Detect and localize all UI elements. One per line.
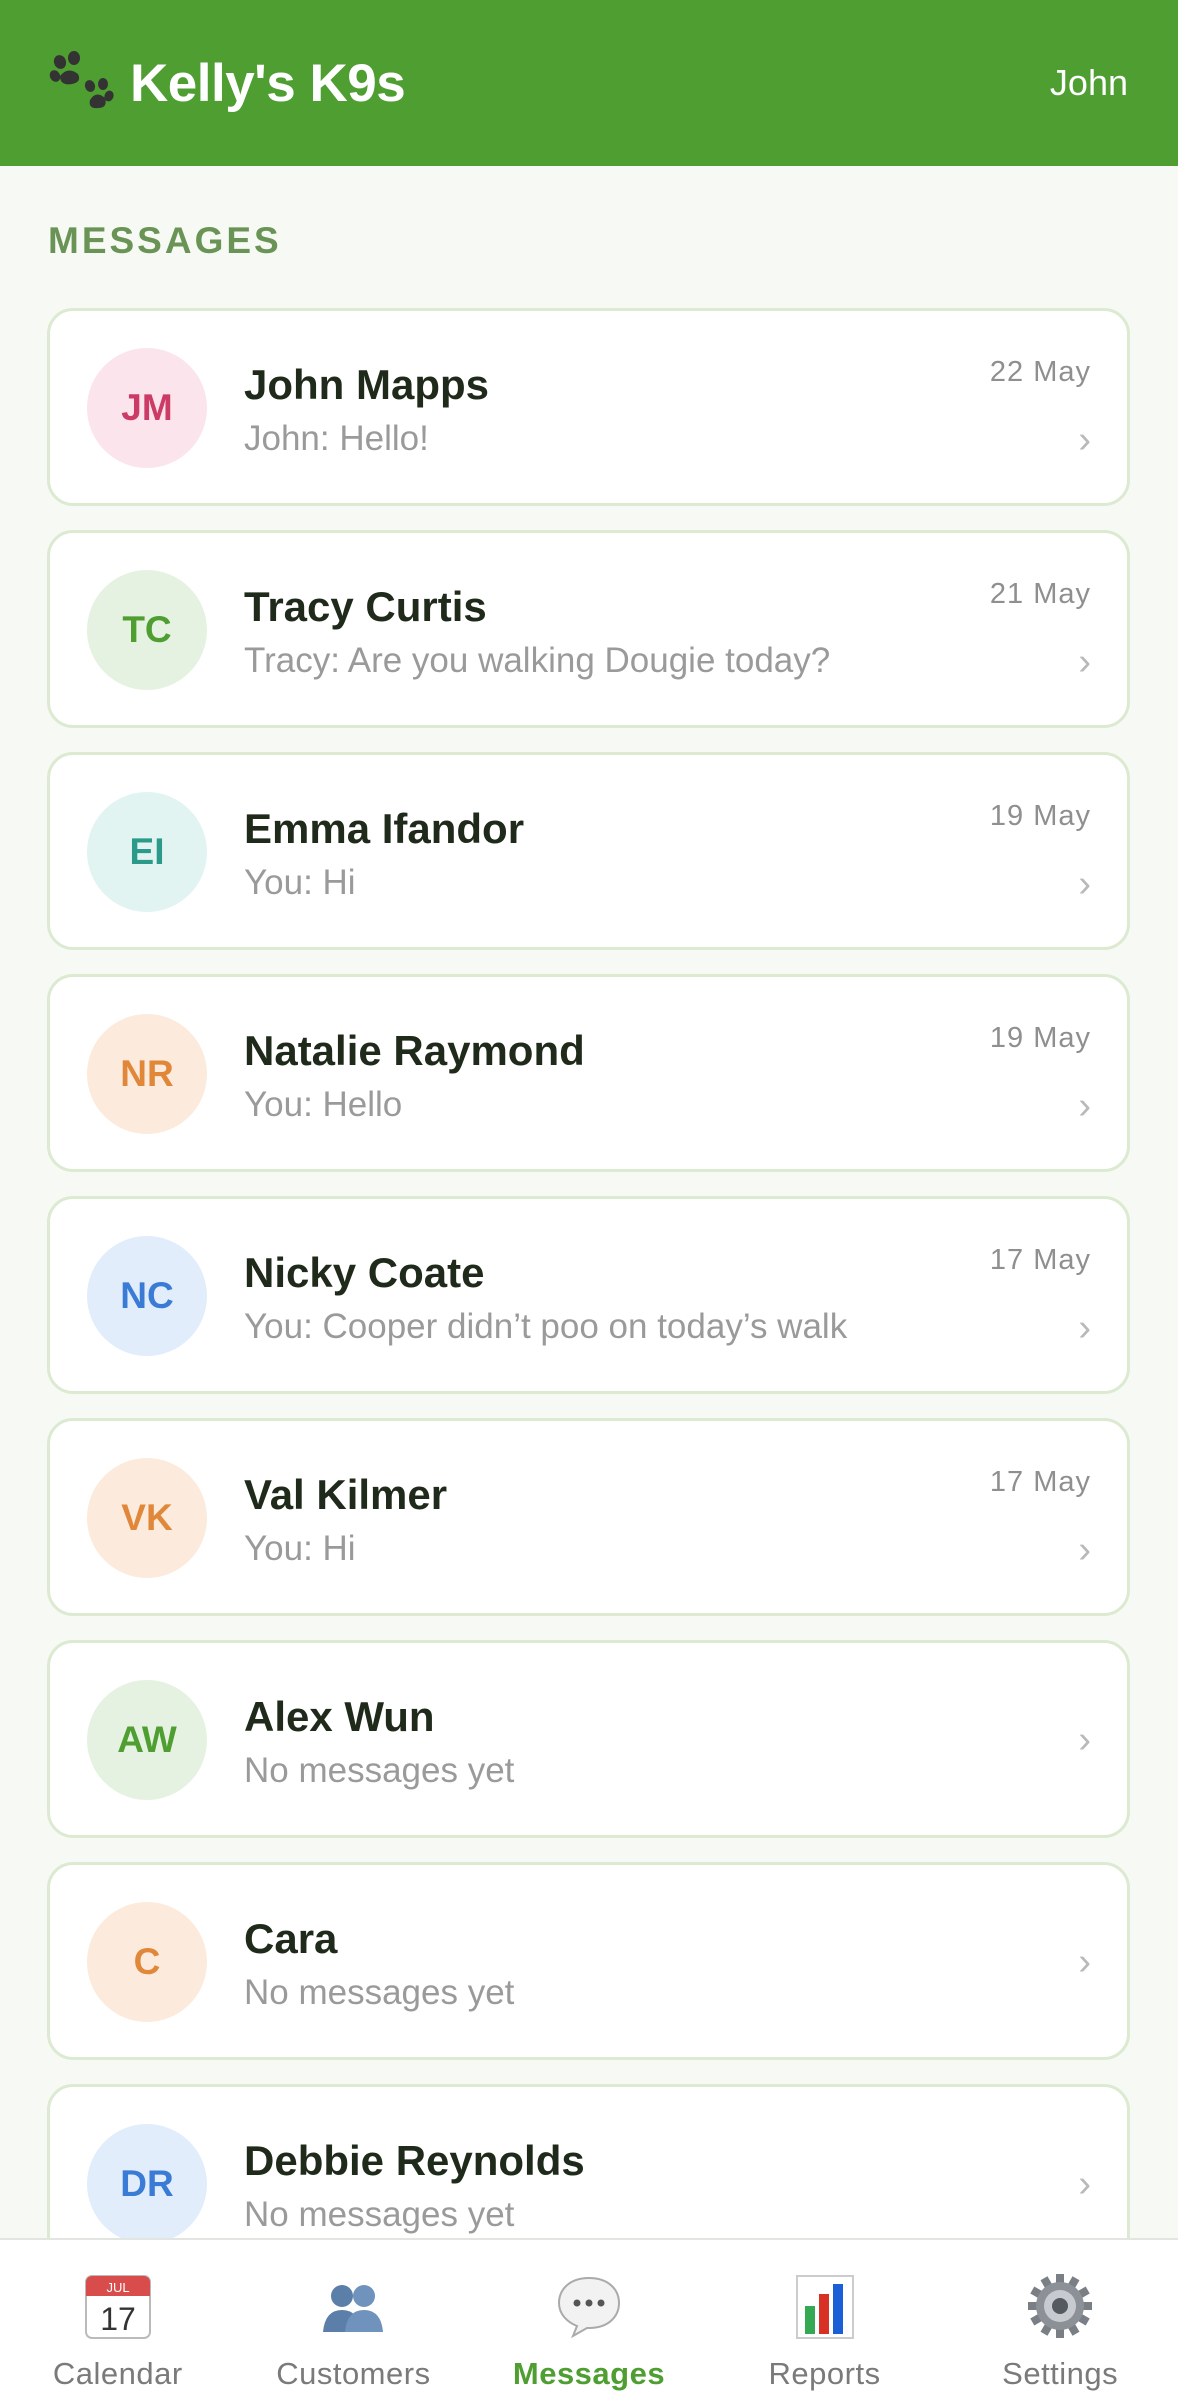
user-menu[interactable]: John [1050, 62, 1128, 104]
reports-icon [789, 2270, 861, 2342]
tab-reports[interactable]: Reports [707, 2240, 943, 2404]
avatar: C [87, 1902, 207, 2022]
message-preview: No messages yet [244, 2195, 515, 2234]
conversation-item[interactable]: AW Alex Wun No messages yet › [47, 1640, 1130, 1838]
avatar: NC [87, 1236, 207, 1356]
message-preview: You: Hi [244, 1529, 356, 1568]
message-date: 21 May [989, 578, 1091, 610]
chevron-right-icon: › [1078, 641, 1091, 683]
tab-label: Calendar [52, 2356, 183, 2391]
avatar: JM [87, 348, 207, 468]
chevron-right-icon: › [1078, 863, 1091, 905]
conversation-item[interactable]: VK Val Kilmer You: Hi 17 May › [47, 1418, 1130, 1616]
message-preview: No messages yet [244, 1751, 515, 1790]
app-title: Kelly's K9s [130, 53, 406, 113]
conversation-list: JM John Mapps John: Hello! 22 May › TC Tracy C… [47, 308, 1130, 2306]
tab-customers[interactable]: Customers [236, 2240, 472, 2404]
contact-name: Debbie Reynolds [244, 2137, 585, 2184]
contact-name: Natalie Raymond [244, 1027, 585, 1074]
tab-label: Customers [276, 2356, 431, 2391]
contact-name: Nicky Coate [244, 1249, 485, 1296]
customers-icon [317, 2270, 389, 2342]
chevron-right-icon: › [1078, 419, 1091, 461]
section-title: MESSAGES [48, 220, 282, 261]
tab-calendar[interactable]: JUL 17 Calendar [0, 2240, 236, 2404]
tab-messages[interactable]: Messages [471, 2240, 707, 2404]
message-preview: You: Hello [244, 1085, 403, 1124]
paw-icon [49, 51, 114, 109]
message-preview: You: Hi [244, 863, 356, 902]
tab-label: Reports [768, 2356, 881, 2391]
message-preview: John: Hello! [244, 419, 429, 458]
avatar: VK [87, 1458, 207, 1578]
message-date: 19 May [989, 800, 1091, 832]
tab-bar: JUL 17 Calendar Customers Messages Repor… [0, 2238, 1178, 2404]
chevron-right-icon: › [1078, 1941, 1091, 1983]
svg-text:JUL: JUL [106, 2280, 129, 2295]
contact-name: Emma Ifandor [244, 805, 525, 852]
tab-label: Settings [1002, 2356, 1119, 2391]
chevron-right-icon: › [1078, 1085, 1091, 1127]
message-date: 17 May [989, 1244, 1091, 1276]
conversation-item[interactable]: NR Natalie Raymond You: Hello 19 May › [47, 974, 1130, 1172]
conversation-item[interactable]: NC Nicky Coate You: Cooper didn’t poo on t… [47, 1196, 1130, 1394]
tab-label: Messages [512, 2356, 666, 2391]
message-preview: You: Cooper didn’t poo on today’s walk [244, 1307, 848, 1346]
contact-name: Tracy Curtis [244, 583, 487, 630]
contact-name: John Mapps [244, 361, 490, 408]
message-date: 22 May [989, 356, 1091, 388]
contact-name: Alex Wun [244, 1693, 435, 1740]
settings-icon [1024, 2270, 1096, 2342]
app-header: Kelly's K9s John [0, 0, 1178, 166]
conversation-item[interactable]: EI Emma Ifandor You: Hi 19 May › [47, 752, 1130, 950]
chevron-right-icon: › [1078, 1307, 1091, 1349]
conversation-item[interactable]: C Cara No messages yet › [47, 1862, 1130, 2060]
chevron-right-icon: › [1078, 1529, 1091, 1571]
messages-icon [553, 2270, 625, 2342]
contact-name: Cara [244, 1915, 338, 1962]
conversation-item[interactable]: TC Tracy Curtis Tracy: Are you walking Dou… [47, 530, 1130, 728]
avatar: TC [87, 570, 207, 690]
avatar: AW [87, 1680, 207, 1800]
avatar: DR [87, 2124, 207, 2244]
avatar: EI [87, 792, 207, 912]
message-preview: Tracy: Are you walking Dougie today? [244, 641, 831, 680]
calendar-icon: JUL 17 [82, 2270, 154, 2342]
chevron-right-icon: › [1078, 2163, 1091, 2205]
message-date: 19 May [989, 1022, 1091, 1054]
contact-name: Val Kilmer [244, 1471, 448, 1518]
message-date: 17 May [989, 1466, 1091, 1498]
message-preview: No messages yet [244, 1973, 515, 2012]
avatar: NR [87, 1014, 207, 1134]
conversation-item[interactable]: JM John Mapps John: Hello! 22 May › [47, 308, 1130, 506]
tab-settings[interactable]: Settings [942, 2240, 1178, 2404]
svg-text:17: 17 [100, 2301, 136, 2337]
chevron-right-icon: › [1078, 1719, 1091, 1761]
